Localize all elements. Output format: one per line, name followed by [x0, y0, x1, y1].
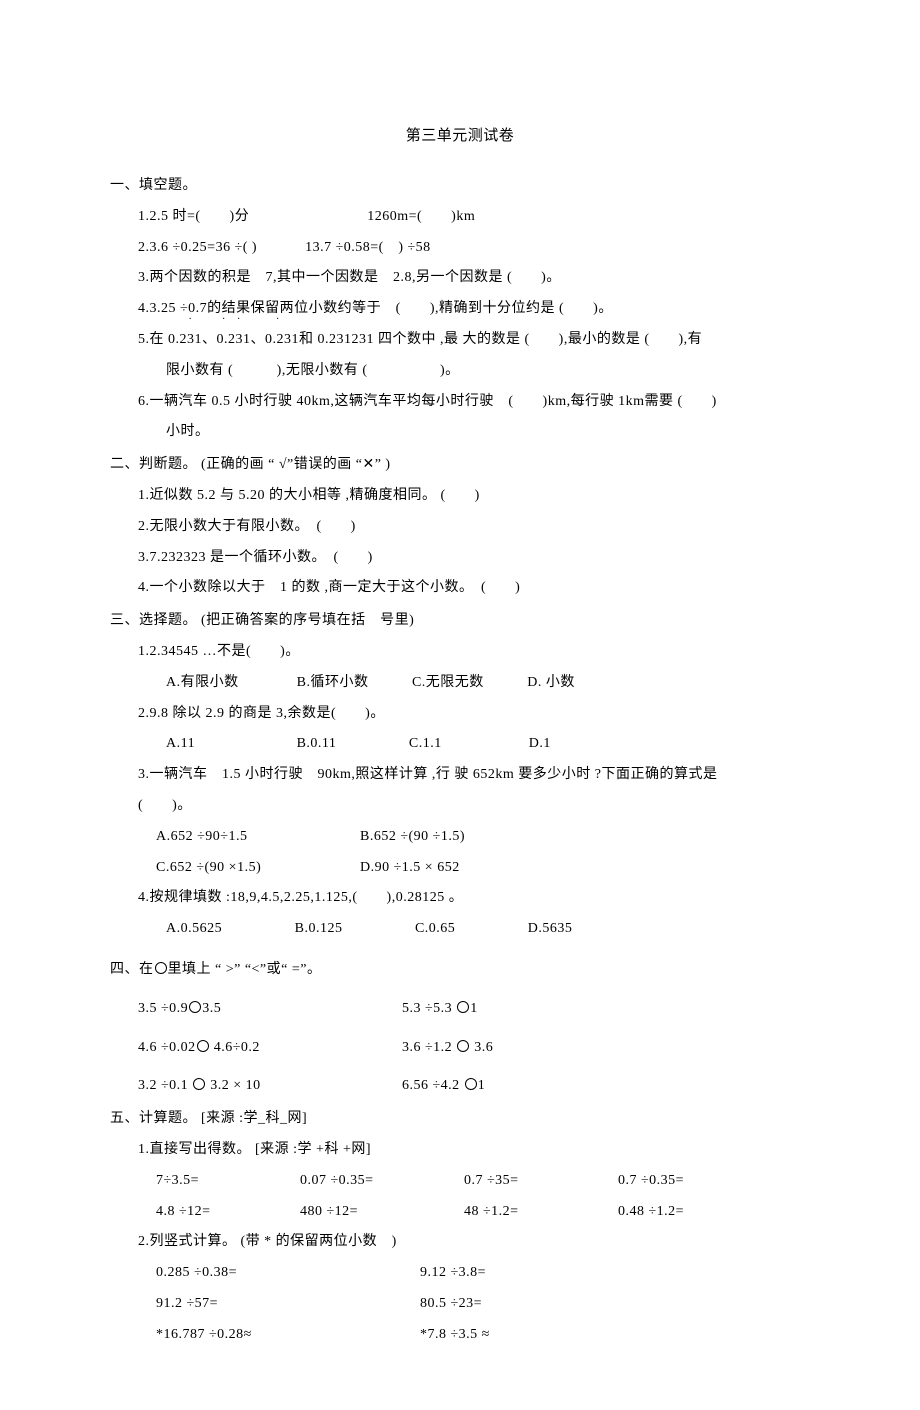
circle-icon — [154, 961, 168, 975]
s4-r1b: 5.3 ÷5.3 — [402, 1001, 456, 1016]
s1-q5e: 和 0.231231 四个数中 ,最 大的数是 ( ),最小的数是 ( ),有 — [299, 332, 702, 347]
s4-r2b: 3.6 ÷1.2 — [402, 1040, 456, 1055]
s4-r3b: 6.56 ÷4.2 — [402, 1078, 464, 1093]
cell: 7÷3.5= — [156, 1166, 296, 1197]
section-5: 五、计算题。 [来源 :学_科_网] 1.直接写出得数。 [来源 :学 +科 +… — [110, 1104, 810, 1350]
s4-row1: 3.5 ÷0.9 3.5 5.3 ÷5.3 1 — [110, 994, 810, 1025]
s1-q2: 2.3.6 ÷0.25=36 ÷( ) 13.7 ÷0.58=( ) ÷58 — [110, 233, 810, 264]
s3-q3-opts-row1: A.652 ÷90÷1.5 B.652 ÷(90 ÷1.5) — [110, 822, 810, 853]
opt-b: B.652 ÷(90 ÷1.5) — [360, 829, 465, 844]
cell: 4.8 ÷12= — [156, 1197, 296, 1228]
cell: 80.5 ÷23= — [420, 1296, 482, 1311]
s4-row2: 4.6 ÷0.02 4.6÷0.2 3.6 ÷1.2 3.6 — [110, 1033, 810, 1064]
recurring-mark: ·31 — [284, 325, 299, 356]
s1-q6-line2: 小时。 — [110, 417, 810, 448]
cell: 480 ÷12= — [300, 1197, 460, 1228]
s3-q3-line1: 3.一辆汽车 1.5 小时行驶 90km,照这样计算 ,行 驶 652km 要多… — [110, 760, 810, 791]
cell: 9.12 ÷3.8= — [420, 1265, 486, 1280]
cell: 0.48 ÷1.2= — [618, 1204, 684, 1219]
s1-q5d: 、0.2 — [251, 332, 285, 347]
s4-r2b2: 3.6 — [470, 1040, 493, 1055]
s1-q1b: 1260m=( )km — [367, 209, 475, 224]
recurring-mark: ·2 — [228, 325, 236, 356]
circle-icon — [456, 1000, 470, 1014]
opt-d: D.90 ÷1.5 × 652 — [360, 860, 460, 875]
section-1: 一、填空题。 1.2.5 时=( )分 1260m=( )km 2.3.6 ÷0… — [110, 171, 810, 448]
s4-r3a2: 3.2 × 10 — [206, 1078, 260, 1093]
s1-q2b: 13.7 ÷0.58=( ) ÷58 — [305, 240, 431, 255]
s4-r2a2: 4.6÷0.2 — [210, 1040, 260, 1055]
s1-q4: 4.3.25 ÷0.7的结果保留两位小数约等于 ( ),精确到十分位约是 ( )… — [110, 294, 810, 325]
section-4: 四、在里填上 “ >” “<”或“ =”。 3.5 ÷0.9 3.5 5.3 ÷5… — [110, 955, 810, 1102]
s5-q1-row1: 7÷3.5= 0.07 ÷0.35= 0.7 ÷35= 0.7 ÷0.35= — [110, 1166, 810, 1197]
recurring-mark: ·1 — [195, 325, 203, 356]
s1-q1: 1.2.5 时=( )分 1260m=( )km — [110, 202, 810, 233]
s3-q4: 4.按规律填数 :18,9,4.5,2.25,1.125,( ),0.28125… — [110, 883, 810, 914]
circle-icon — [188, 1000, 202, 1014]
s1-q5c: 3 — [236, 332, 244, 347]
s5-q2: 2.列竖式计算。 (带 * 的保留两位小数 ) — [110, 1227, 810, 1258]
opt-c: C.652 ÷(90 ×1.5) — [156, 853, 356, 884]
s1-q5-line1: 5.在 0.23·1、0.·23·1、0.2·31和 0.231231 四个数中… — [110, 325, 810, 356]
s1-q6-line1: 6.一辆汽车 0.5 小时行驶 40km,这辆汽车平均每小时行驶 ( )km,每… — [110, 387, 810, 418]
s4-r1a2: 3.5 — [202, 1001, 221, 1016]
circle-icon — [464, 1077, 478, 1091]
cell: *16.787 ÷0.28≈ — [156, 1320, 416, 1351]
circle-icon — [196, 1039, 210, 1053]
s3-q4-options: A.0.5625 B.0.125 C.0.65 D.5635 — [110, 914, 810, 945]
s1-q2a: 2.3.6 ÷0.25=36 ÷( ) — [138, 240, 257, 255]
cell: 0.7 ÷35= — [464, 1166, 614, 1197]
section-5-head: 五、计算题。 [来源 :学_科_网] — [110, 1104, 810, 1135]
s1-q5b: 、0. — [202, 332, 228, 347]
s5-q2-row1: 0.285 ÷0.38= 9.12 ÷3.8= — [110, 1258, 810, 1289]
section-1-head: 一、填空题。 — [110, 171, 810, 202]
page-title: 第三单元测试卷 — [110, 120, 810, 153]
s3-q2: 2.9.8 除以 2.9 的商是 3,余数是( )。 — [110, 699, 810, 730]
s4-r1a: 3.5 ÷0.9 — [138, 1001, 188, 1016]
s3-q3-line2: ( )。 — [110, 791, 810, 822]
s4-r1b2: 1 — [470, 1001, 478, 1016]
s1-q5a: 5.在 0.23 — [138, 332, 195, 347]
s4-head-a: 四、在 — [110, 962, 154, 977]
s4-row3: 3.2 ÷0.1 3.2 × 10 6.56 ÷4.2 1 — [110, 1071, 810, 1102]
s4-r2a: 4.6 ÷0.02 — [138, 1040, 196, 1055]
s2-q1: 1.近似数 5.2 与 5.20 的大小相等 ,精确度相同。 ( ) — [110, 481, 810, 512]
s5-q1-row2: 4.8 ÷12= 480 ÷12= 48 ÷1.2= 0.48 ÷1.2= — [110, 1197, 810, 1228]
s1-q5-line2: 限小数有 ( ),无限小数有 ( )。 — [110, 356, 810, 387]
s5-q2-row3: *16.787 ÷0.28≈ *7.8 ÷3.5 ≈ — [110, 1320, 810, 1351]
s2-q2: 2.无限小数大于有限小数。 ( ) — [110, 512, 810, 543]
s3-q1-options: A.有限小数 B.循环小数 C.无限无数 D. 小数 — [110, 668, 810, 699]
s5-q1: 1.直接写出得数。 [来源 :学 +科 +网] — [110, 1135, 810, 1166]
cell: *7.8 ÷3.5 ≈ — [420, 1327, 490, 1342]
recurring-mark: ·1 — [243, 325, 251, 356]
cell: 0.285 ÷0.38= — [156, 1258, 416, 1289]
s4-r3a: 3.2 ÷0.1 — [138, 1078, 192, 1093]
circle-icon — [456, 1039, 470, 1053]
s3-q1: 1.2.34545 …不是( )。 — [110, 637, 810, 668]
s2-q3: 3.7.232323 是一个循环小数。 ( ) — [110, 543, 810, 574]
s3-q3-opts-row2: C.652 ÷(90 ×1.5) D.90 ÷1.5 × 652 — [110, 853, 810, 884]
section-2: 二、判断题。 (正确的画 “ √”错误的画 “✕” ) 1.近似数 5.2 与 … — [110, 450, 810, 604]
s4-head-b: 里填上 “ >” “<”或“ =”。 — [168, 962, 322, 977]
s1-q3: 3.两个因数的积是 7,其中一个因数是 2.8,另一个因数是 ( )。 — [110, 263, 810, 294]
section-3: 三、选择题。 (把正确答案的序号填在括 号里) 1.2.34545 …不是( )… — [110, 606, 810, 945]
cell: 0.7 ÷0.35= — [618, 1173, 684, 1188]
opt-a: A.652 ÷90÷1.5 — [156, 822, 356, 853]
s4-r3b2: 1 — [478, 1078, 486, 1093]
section-3-head: 三、选择题。 (把正确答案的序号填在括 号里) — [110, 606, 810, 637]
s1-q1a: 1.2.5 时=( )分 — [138, 209, 249, 224]
cell: 48 ÷1.2= — [464, 1197, 614, 1228]
cell: 91.2 ÷57= — [156, 1289, 416, 1320]
s3-q2-options: A.11 B.0.11 C.1.1 D.1 — [110, 729, 810, 760]
section-4-head: 四、在里填上 “ >” “<”或“ =”。 — [110, 955, 810, 986]
s5-q2-row2: 91.2 ÷57= 80.5 ÷23= — [110, 1289, 810, 1320]
worksheet-page: 第三单元测试卷 一、填空题。 1.2.5 时=( )分 1260m=( )km … — [0, 0, 920, 1410]
cell: 0.07 ÷0.35= — [300, 1166, 460, 1197]
s2-q4: 4.一个小数除以大于 1 的数 ,商一定大于这个小数。 ( ) — [110, 573, 810, 604]
section-2-head: 二、判断题。 (正确的画 “ √”错误的画 “✕” ) — [110, 450, 810, 481]
circle-icon — [192, 1077, 206, 1091]
